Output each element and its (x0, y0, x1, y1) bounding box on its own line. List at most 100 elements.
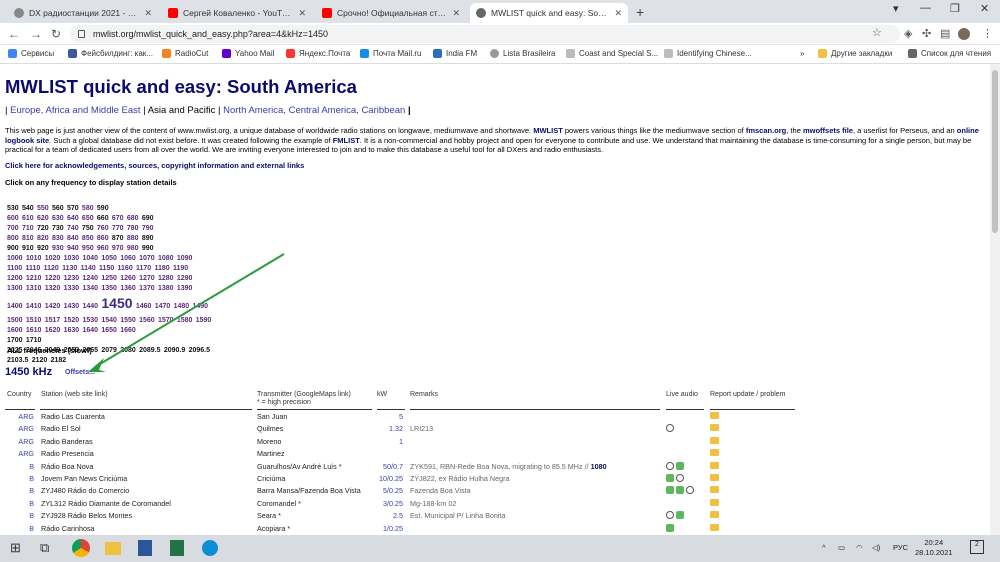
close-icon[interactable]: ✕ (298, 8, 306, 19)
station-link[interactable]: Rádio Boa Nova (41, 462, 93, 471)
reading-mode-icon[interactable]: ▤ (940, 27, 950, 40)
bookmark-item[interactable]: Фейсбилдинг: как... (68, 49, 153, 58)
edge-icon[interactable] (202, 540, 218, 556)
report-folder-icon[interactable] (710, 449, 719, 457)
reading-list[interactable]: Список для чтения (908, 49, 991, 58)
transmitter-link[interactable]: Barra Mansa/Fazenda Boa Vista (257, 486, 361, 495)
star-icon[interactable]: ☆ (872, 26, 882, 39)
address-bar[interactable]: mwlist.org/mwlist_quick_and_easy.php?are… (70, 25, 900, 43)
puzzle-icon[interactable]: ✣ (922, 27, 931, 40)
stream-icon[interactable] (666, 511, 674, 520)
station-link[interactable]: Jovem Pan News Criciúma (41, 474, 127, 483)
stream-icon[interactable] (676, 474, 684, 482)
transmitter-link[interactable]: Coromandel * (257, 499, 301, 508)
stream-icon[interactable] (686, 486, 694, 495)
bookmark-services[interactable]: Сервисы (8, 49, 54, 58)
report-folder-icon[interactable] (710, 511, 719, 519)
volume-icon[interactable]: ◁) (872, 543, 880, 552)
close-window-icon[interactable]: ✕ (980, 2, 989, 15)
bookmark-item[interactable]: RadioCut (162, 49, 208, 58)
page-icon (664, 49, 673, 58)
bookmark-item[interactable]: India FM (433, 49, 477, 58)
tray-chevron-icon[interactable]: ^ (822, 543, 826, 552)
transmitter-link[interactable]: Seara * (257, 511, 281, 520)
transmitter-link[interactable]: Martinez (257, 449, 285, 458)
play-audio-icon[interactable] (666, 523, 674, 532)
report-folder-icon[interactable] (710, 486, 719, 494)
notification-icon[interactable]: 2 (970, 540, 984, 554)
forward-icon[interactable]: → (30, 27, 42, 41)
report-folder-icon[interactable] (710, 436, 719, 444)
browser-tab-1[interactable]: DX радиостанции 2021 - Страница ✕ (8, 3, 158, 23)
close-icon[interactable]: ✕ (144, 8, 152, 19)
station-link[interactable]: Radio El Sol (41, 424, 81, 433)
browser-tab-3[interactable]: Срочно! Официальная статистика ✕ (316, 3, 466, 23)
bookmark-item[interactable]: Lista Brasileira (490, 49, 555, 58)
excel-icon[interactable] (170, 540, 184, 556)
report-folder-icon[interactable] (710, 424, 719, 432)
station-link[interactable]: Radio Las Cuarenta (41, 412, 105, 421)
station-link[interactable]: Rádio Carinhosa (41, 524, 95, 533)
browser-tab-2[interactable]: Сергей Коваленко - YouTube ✕ (162, 3, 312, 23)
file-explorer-icon[interactable] (105, 542, 121, 555)
word-icon[interactable] (138, 540, 152, 556)
play-audio-icon[interactable] (666, 474, 674, 482)
col-station: Station (web site link) (41, 391, 108, 398)
bookmark-item[interactable]: Яндекс.Почта (286, 49, 350, 58)
transmitter-link[interactable]: Guarulhos/Av André Luís * (257, 462, 342, 471)
report-folder-icon[interactable] (710, 461, 719, 469)
station-link[interactable]: Radio Banderas (41, 437, 93, 446)
frequency-link[interactable]: 1080 (591, 462, 607, 471)
station-link[interactable]: Radio Presencia (41, 449, 94, 458)
station-link[interactable]: ZYJ480 Rádio do Comercio (41, 486, 129, 495)
stream-icon[interactable] (666, 461, 674, 470)
transmitter-link[interactable]: Quilmes (257, 424, 283, 433)
report-folder-icon[interactable] (710, 412, 719, 419)
system-clock[interactable]: 20:24 28.10.2021 (915, 538, 953, 558)
menu-icon[interactable]: ⋮ (982, 27, 993, 40)
play-audio-icon[interactable] (676, 461, 684, 470)
transmitter-link[interactable]: Acopiara * (257, 524, 290, 533)
bookmark-item[interactable]: Yahoo Mail (222, 49, 274, 58)
new-tab-button[interactable]: + (636, 4, 644, 20)
minimize-icon[interactable]: — (920, 2, 931, 14)
report-folder-icon[interactable] (710, 523, 719, 531)
report-folder-icon[interactable] (710, 498, 719, 506)
transmitter-link[interactable]: Criciúma (257, 474, 285, 483)
browser-tab-4[interactable]: MWLIST quick and easy: South A ✕ (470, 3, 628, 23)
back-icon[interactable]: ← (8, 27, 20, 41)
station-link[interactable]: ZYJ928 Rádio Belos Montes (41, 511, 132, 520)
language-indicator[interactable]: РУС (893, 543, 908, 552)
report-folder-icon[interactable] (710, 474, 719, 481)
network-icon[interactable]: ▭ (838, 543, 845, 552)
stream-icon[interactable] (666, 424, 674, 433)
scrollbar-thumb[interactable] (992, 70, 998, 233)
station-link[interactable]: ZYL312 Rádio Diamante de Coromandel (41, 499, 171, 508)
globe-icon (14, 8, 24, 18)
play-audio-icon[interactable] (666, 486, 674, 495)
transmitter-link[interactable]: Moreno (257, 437, 281, 446)
windows-start-icon[interactable]: ⊞ (10, 540, 21, 556)
other-bookmarks[interactable]: Другие закладки (818, 49, 892, 58)
close-icon[interactable]: ✕ (452, 8, 460, 19)
bookmark-item[interactable]: Identifying Chinese... (664, 49, 752, 58)
close-icon[interactable]: ✕ (614, 8, 622, 19)
lock-icon (78, 30, 85, 38)
transmitter-link[interactable]: San Juan (257, 412, 287, 421)
chrome-icon[interactable] (72, 539, 90, 557)
bookmark-item[interactable]: Почта Mail.ru (360, 49, 421, 58)
bookmark-item[interactable]: Coast and Special S... (566, 49, 658, 58)
power-value: 1/0.25 (383, 523, 403, 533)
profile-dropdown-icon[interactable]: ▾ (893, 2, 899, 15)
play-audio-icon[interactable] (676, 511, 684, 520)
extension-icon[interactable]: ◈ (904, 27, 912, 40)
play-audio-icon[interactable] (676, 486, 684, 495)
wifi-icon[interactable]: ◠ (856, 543, 863, 552)
reload-icon[interactable]: ↻ (51, 27, 61, 41)
more-bookmarks-icon[interactable]: » (800, 49, 804, 58)
avatar[interactable] (958, 28, 970, 40)
maximize-icon[interactable]: ❐ (950, 2, 960, 15)
report-cell (710, 436, 719, 446)
tab-title: Сергей Коваленко - YouTube (183, 8, 295, 18)
task-view-icon[interactable]: ⧉ (40, 540, 49, 556)
